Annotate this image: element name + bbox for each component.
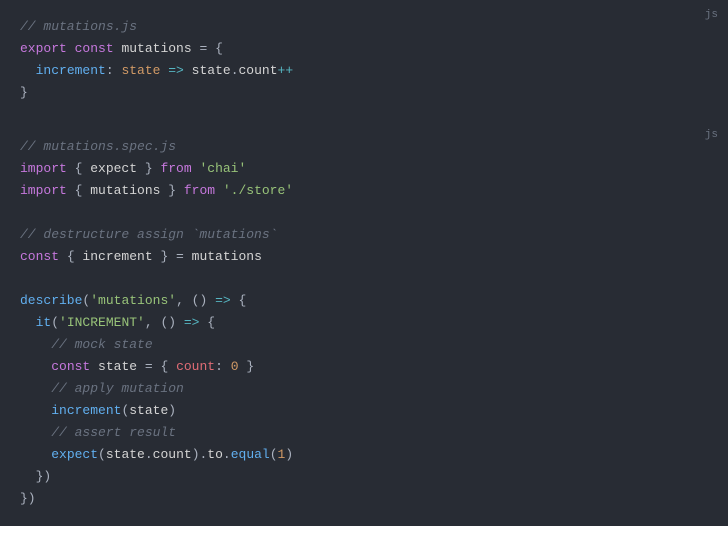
code-line: // assert result: [20, 422, 708, 444]
code-line: // destructure assign `mutations`: [20, 224, 708, 246]
code-line: [20, 268, 708, 290]
code-line: it('INCREMENT', () => {: [20, 312, 708, 334]
code-line: // mock state: [20, 334, 708, 356]
code-line: // apply mutation: [20, 378, 708, 400]
code-line: increment(state): [20, 400, 708, 422]
code-line: const state = { count: 0 }: [20, 356, 708, 378]
code-line: export const mutations = {: [20, 38, 708, 60]
code-block-mutations: js // mutations.js export const mutation…: [0, 0, 728, 120]
code-line: // mutations.spec.js: [20, 136, 708, 158]
code-line: import { mutations } from './store': [20, 180, 708, 202]
code-line: // mutations.js: [20, 16, 708, 38]
code-line: const { increment } = mutations: [20, 246, 708, 268]
code-line: import { expect } from 'chai': [20, 158, 708, 180]
code-line: }): [20, 466, 708, 488]
code-line: }: [20, 82, 708, 104]
language-label: js: [705, 4, 718, 26]
code-line: describe('mutations', () => {: [20, 290, 708, 312]
code-line: [20, 202, 708, 224]
code-line: expect(state.count).to.equal(1): [20, 444, 708, 466]
code-block-spec: js // mutations.spec.js import { expect …: [0, 120, 728, 526]
language-label: js: [705, 124, 718, 146]
code-line: increment: state => state.count++: [20, 60, 708, 82]
code-line: }): [20, 488, 708, 510]
